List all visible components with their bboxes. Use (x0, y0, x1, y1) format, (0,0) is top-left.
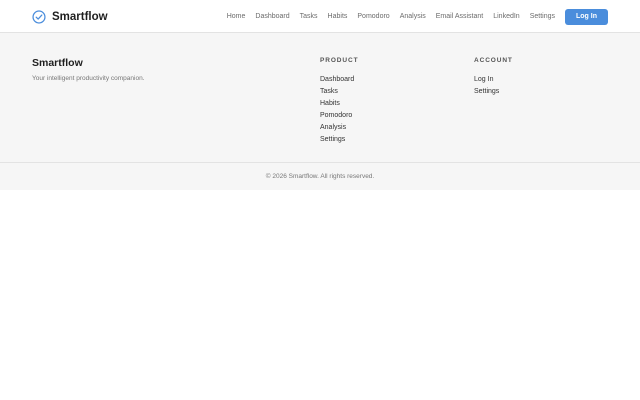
footer-link-login[interactable]: Log In (474, 74, 513, 86)
footer-brand-title: Smartflow (32, 57, 83, 69)
brand-name: Smartflow (52, 10, 108, 23)
nav-link-tasks[interactable]: Tasks (300, 13, 318, 20)
footer-link-account-settings[interactable]: Settings (474, 86, 513, 98)
footer-account-heading: ACCOUNT (474, 57, 513, 64)
footer-product-heading: PRODUCT (320, 57, 359, 64)
main-nav: Home Dashboard Tasks Habits Pomodoro Ana… (227, 8, 608, 25)
login-button[interactable]: Log In (565, 8, 608, 25)
nav-link-analysis[interactable]: Analysis (400, 13, 426, 20)
footer-divider (0, 162, 640, 163)
nav-link-dashboard[interactable]: Dashboard (255, 13, 289, 20)
footer-brand: Smartflow Your intelligent productivity … (32, 57, 145, 82)
footer-link-pomodoro[interactable]: Pomodoro (320, 110, 358, 122)
footer-account-column: ACCOUNT Log In Settings (474, 57, 513, 98)
nav-link-settings[interactable]: Settings (530, 13, 555, 20)
check-circle-icon (32, 9, 46, 24)
footer-link-dashboard[interactable]: Dashboard (320, 74, 358, 86)
nav-link-linkedin[interactable]: LinkedIn (493, 13, 519, 20)
site-footer: Smartflow Your intelligent productivity … (0, 33, 640, 190)
footer-link-habits[interactable]: Habits (320, 98, 358, 110)
footer-product-column: PRODUCT Dashboard Tasks Habits Pomodoro … (320, 57, 358, 146)
nav-link-home[interactable]: Home (227, 13, 246, 20)
footer-link-tasks[interactable]: Tasks (320, 86, 358, 98)
nav-link-habits[interactable]: Habits (328, 13, 348, 20)
nav-link-email-assistant[interactable]: Email Assistant (436, 13, 483, 20)
footer-tagline: Your intelligent productivity companion. (32, 75, 145, 82)
copyright-text: © 2026 Smartflow. All rights reserved. (265, 173, 375, 180)
brand-logo[interactable]: Smartflow (32, 8, 108, 25)
footer-link-settings[interactable]: Settings (320, 134, 358, 146)
nav-link-pomodoro[interactable]: Pomodoro (357, 13, 389, 20)
footer-link-analysis[interactable]: Analysis (320, 122, 358, 134)
top-navbar: Smartflow Home Dashboard Tasks Habits Po… (0, 0, 640, 33)
